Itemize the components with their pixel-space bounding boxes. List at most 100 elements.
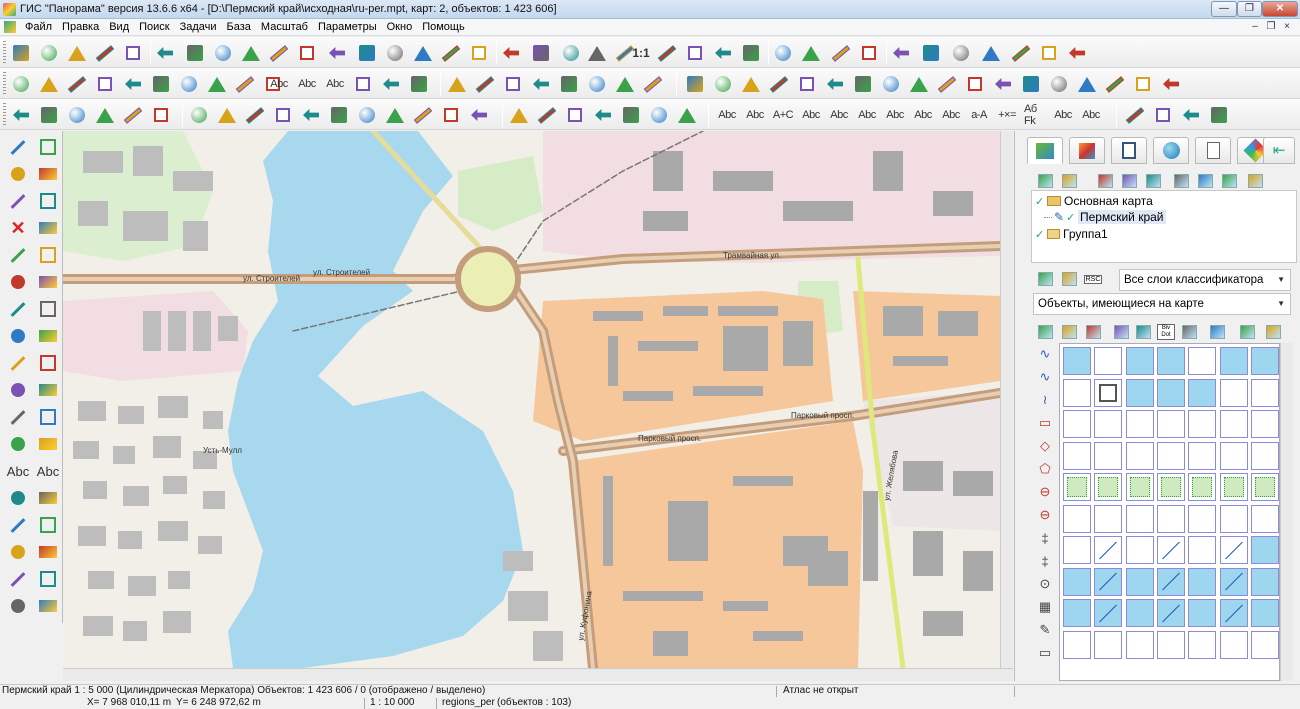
symbol-tool-9-button[interactable] [1263, 322, 1283, 342]
tree-tool-2-button[interactable] [1059, 171, 1079, 191]
tool-main-34-button[interactable] [980, 42, 1002, 64]
menu-database[interactable]: База [222, 19, 256, 35]
symbol-tool-1-button[interactable] [1035, 322, 1055, 342]
tool-line-5-button[interactable] [620, 104, 642, 126]
symbol-type-6-button[interactable]: ⬠ [1035, 460, 1055, 478]
tool-main-4-button[interactable] [94, 42, 116, 64]
map-vertical-scrollbar[interactable] [1000, 131, 1013, 668]
symbol-cell[interactable] [1125, 347, 1154, 375]
left-tool-11-button[interactable] [4, 270, 32, 294]
toolbar-grip[interactable] [3, 72, 6, 96]
symbol-cell[interactable] [1094, 378, 1123, 407]
tool-geom-7-button[interactable] [614, 73, 636, 95]
symbol-cell[interactable] [1250, 504, 1279, 533]
tool-draw-17-button[interactable] [1132, 73, 1154, 95]
text-tool-13-button[interactable]: a-A [968, 104, 990, 126]
left-tool-12-button[interactable] [34, 270, 62, 294]
tool-main-27-button[interactable] [772, 42, 794, 64]
symbol-cell[interactable] [1219, 378, 1248, 407]
menu-window[interactable]: Окно [382, 19, 418, 35]
symbol-cell[interactable] [1219, 630, 1248, 659]
symbol-tool-8-button[interactable] [1237, 322, 1257, 342]
tool-draw-4-button[interactable] [768, 73, 790, 95]
symbol-cell[interactable] [1156, 630, 1185, 659]
tool-main-9-button[interactable] [240, 42, 262, 64]
tool-node-9-button[interactable] [412, 104, 434, 126]
tool-main-5-button[interactable] [122, 42, 144, 64]
map-horizontal-scrollbar[interactable] [63, 668, 1013, 681]
left-tool-6-button[interactable] [34, 189, 62, 213]
symbol-cell[interactable] [1125, 504, 1154, 533]
mdi-close-button[interactable]: × [1280, 21, 1294, 34]
tool-geom-3-button[interactable] [502, 73, 524, 95]
toolbar-grip[interactable] [3, 41, 6, 65]
text-tool-11-button[interactable]: Abc [912, 104, 934, 126]
symbol-type-10-button[interactable]: ‡ [1035, 552, 1055, 570]
tool-edit-3-button[interactable] [66, 73, 88, 95]
tool-line-6-button[interactable] [648, 104, 670, 126]
symbol-cell[interactable] [1094, 630, 1123, 659]
tool-main-13-button[interactable] [356, 42, 378, 64]
text-tool-3-button[interactable]: Abc [324, 73, 346, 95]
left-tool-4-button[interactable] [34, 162, 62, 186]
symbol-cell[interactable] [1156, 441, 1185, 470]
tree-tool-3-button[interactable] [1095, 171, 1115, 191]
text-tool-8-button[interactable]: Abc [828, 104, 850, 126]
tool-main-10-button[interactable] [268, 42, 290, 64]
symbol-cell[interactable] [1094, 410, 1123, 438]
symbol-cell[interactable] [1250, 378, 1279, 407]
tool-main-1-button[interactable] [10, 42, 32, 64]
left-tool-24-button[interactable] [34, 432, 62, 456]
left-tool-10-button[interactable] [34, 243, 62, 267]
text-tool-9-button[interactable]: Abc [856, 104, 878, 126]
symbol-type-4-button[interactable]: ▭ [1035, 414, 1055, 432]
tool-geom-5-button[interactable] [558, 73, 580, 95]
symbol-cell[interactable] [1094, 504, 1123, 533]
tool-draw-14-button[interactable] [1048, 73, 1070, 95]
tool-main-8-button[interactable] [212, 42, 234, 64]
tool-geom-6-button[interactable] [586, 73, 608, 95]
symbol-cell[interactable] [1188, 473, 1217, 501]
tool-line-7-button[interactable] [676, 104, 698, 126]
text-tool-14-button[interactable]: +×= [996, 104, 1018, 126]
symbol-cell[interactable] [1156, 473, 1185, 501]
symbol-type-7-button[interactable]: ⊖ [1035, 483, 1055, 501]
minimize-button[interactable]: — [1211, 1, 1237, 17]
left-tool-17-button[interactable] [4, 351, 32, 375]
text-tool-7-button[interactable]: Abc [800, 104, 822, 126]
symbol-cell[interactable] [1188, 441, 1217, 470]
symbol-cell[interactable] [1188, 536, 1217, 564]
tool-line-2-button[interactable] [536, 104, 558, 126]
symbol-cell[interactable] [1250, 630, 1279, 659]
symbol-cell[interactable] [1188, 378, 1217, 407]
symbol-cell[interactable] [1219, 441, 1248, 470]
tab-catalog[interactable] [1111, 137, 1147, 164]
text-tool-10-button[interactable]: Abc [884, 104, 906, 126]
text-tool-6-button[interactable]: A+C [772, 104, 794, 126]
symbol-cell[interactable] [1063, 599, 1091, 627]
tool-misc-1-button[interactable] [1124, 104, 1146, 126]
text-tool-16-button[interactable]: Abc [1052, 104, 1074, 126]
tool-node-6-button[interactable] [328, 104, 350, 126]
tool-edit-7-button[interactable] [178, 73, 200, 95]
symbol-cell[interactable] [1219, 536, 1248, 564]
tool-main-30-button[interactable] [858, 42, 880, 64]
tool-geom-4-button[interactable] [530, 73, 552, 95]
left-tool-29-button[interactable] [4, 513, 32, 537]
tool-edit-1-button[interactable] [10, 73, 32, 95]
symbol-cell[interactable] [1094, 567, 1123, 596]
left-tool-15-button[interactable] [4, 324, 32, 348]
symbol-cell[interactable] [1063, 630, 1091, 659]
tool-main-7-button[interactable] [184, 42, 206, 64]
tool-node-3-button[interactable] [244, 104, 266, 126]
left-tool-27-button[interactable] [4, 486, 32, 510]
tree-item-main-map[interactable]: ✓ Основная карта [1035, 193, 1153, 209]
left-tool-26-button[interactable]: Abc [34, 459, 62, 483]
tool-main-11-button[interactable] [296, 42, 318, 64]
menu-view[interactable]: Вид [104, 19, 134, 35]
symbol-type-9-button[interactable]: ‡ [1035, 529, 1055, 547]
symbol-cell[interactable] [1063, 504, 1091, 533]
tool-draw-13-button[interactable] [1020, 73, 1042, 95]
symbol-cell[interactable] [1063, 441, 1091, 470]
classifier-tool-2-button[interactable] [1059, 269, 1079, 289]
